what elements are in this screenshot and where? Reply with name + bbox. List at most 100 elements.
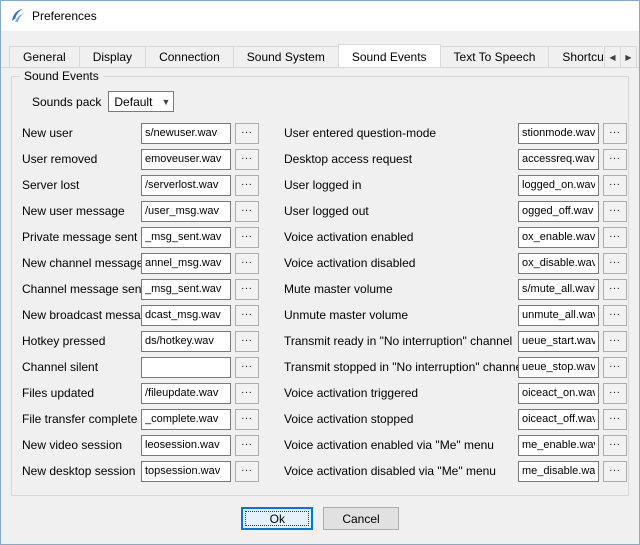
event-sound-input[interactable]	[141, 175, 231, 196]
event-label: Files updated	[22, 386, 141, 400]
event-sound-input[interactable]	[141, 435, 231, 456]
event-row: Files updated...	[22, 380, 272, 406]
event-label: Channel message sent	[22, 282, 141, 296]
event-sound-input[interactable]	[518, 305, 599, 326]
tab-text-to-speech[interactable]: Text To Speech	[440, 46, 550, 67]
event-sound-input[interactable]	[518, 435, 599, 456]
event-sound-input[interactable]	[141, 279, 231, 300]
browse-button[interactable]: ...	[235, 357, 259, 378]
event-label: Transmit ready in "No interruption" chan…	[284, 334, 518, 348]
event-sound-input[interactable]	[141, 357, 231, 378]
event-sound-input[interactable]	[518, 253, 599, 274]
event-sound-input[interactable]	[141, 201, 231, 222]
browse-button[interactable]: ...	[603, 123, 627, 144]
browse-button[interactable]: ...	[235, 227, 259, 248]
title-bar: Preferences	[1, 1, 639, 31]
browse-button[interactable]: ...	[235, 331, 259, 352]
tab-sound-system[interactable]: Sound System	[233, 46, 339, 67]
event-row: Channel message sent...	[22, 276, 272, 302]
event-row: Server lost...	[22, 172, 272, 198]
browse-button[interactable]: ...	[235, 201, 259, 222]
event-sound-input[interactable]	[518, 461, 599, 482]
browse-button[interactable]: ...	[603, 383, 627, 404]
cancel-button[interactable]: Cancel	[323, 507, 398, 530]
tab-display[interactable]: Display	[79, 46, 146, 67]
browse-button[interactable]: ...	[603, 175, 627, 196]
browse-button[interactable]: ...	[603, 227, 627, 248]
browse-button[interactable]: ...	[603, 435, 627, 456]
tab-connection[interactable]: Connection	[145, 46, 234, 67]
event-sound-input[interactable]	[518, 357, 599, 378]
event-sound-input[interactable]	[141, 123, 231, 144]
event-sound-input[interactable]	[518, 201, 599, 222]
browse-button[interactable]: ...	[603, 279, 627, 300]
event-row: Voice activation stopped...	[284, 406, 627, 432]
event-row: Transmit ready in "No interruption" chan…	[284, 328, 627, 354]
event-sound-input[interactable]	[141, 253, 231, 274]
event-sound-input[interactable]	[141, 305, 231, 326]
event-row: New desktop session...	[22, 458, 272, 484]
sounds-pack-select[interactable]: Default ▼	[108, 91, 174, 112]
events-column-left: New user...User removed...Server lost...…	[22, 120, 272, 484]
event-sound-input[interactable]	[141, 461, 231, 482]
browse-button[interactable]: ...	[603, 461, 627, 482]
event-sound-input[interactable]	[141, 149, 231, 170]
event-sound-input[interactable]	[518, 149, 599, 170]
window-title: Preferences	[32, 9, 97, 23]
event-label: User logged in	[284, 178, 518, 192]
event-row: Unmute master volume...	[284, 302, 627, 328]
event-row: New user...	[22, 120, 272, 146]
event-sound-input[interactable]	[518, 383, 599, 404]
event-label: Mute master volume	[284, 282, 518, 296]
event-row: New video session...	[22, 432, 272, 458]
event-row: Channel silent...	[22, 354, 272, 380]
sounds-pack-label: Sounds pack	[32, 95, 101, 109]
event-row: Voice activation enabled...	[284, 224, 627, 250]
tab-scroll-right-button[interactable]: ▶	[620, 46, 637, 68]
event-sound-input[interactable]	[141, 409, 231, 430]
event-row: New broadcast message...	[22, 302, 272, 328]
event-sound-input[interactable]	[141, 331, 231, 352]
tab-scroll-left-button[interactable]: ◀	[604, 46, 621, 68]
event-sound-input[interactable]	[518, 227, 599, 248]
browse-button[interactable]: ...	[603, 357, 627, 378]
event-sound-input[interactable]	[518, 331, 599, 352]
browse-button[interactable]: ...	[603, 305, 627, 326]
browse-button[interactable]: ...	[603, 253, 627, 274]
browse-button[interactable]: ...	[235, 149, 259, 170]
event-label: Voice activation disabled	[284, 256, 518, 270]
event-sound-input[interactable]	[518, 175, 599, 196]
event-sound-input[interactable]	[518, 409, 599, 430]
browse-button[interactable]: ...	[603, 149, 627, 170]
browse-button[interactable]: ...	[235, 461, 259, 482]
event-sound-input[interactable]	[518, 279, 599, 300]
browse-button[interactable]: ...	[235, 435, 259, 456]
event-label: Desktop access request	[284, 152, 518, 166]
browse-button[interactable]: ...	[235, 123, 259, 144]
browse-button[interactable]: ...	[235, 253, 259, 274]
browse-button[interactable]: ...	[235, 409, 259, 430]
tab-shortcuts[interactable]: Shortcuts	[548, 46, 603, 67]
event-sound-input[interactable]	[141, 227, 231, 248]
event-label: User logged out	[284, 204, 518, 218]
event-label: Transmit stopped in "No interruption" ch…	[284, 360, 518, 374]
event-label: Voice activation enabled	[284, 230, 518, 244]
ok-button[interactable]: Ok	[241, 507, 313, 530]
browse-button[interactable]: ...	[235, 279, 259, 300]
event-row: User removed...	[22, 146, 272, 172]
browse-button[interactable]: ...	[235, 305, 259, 326]
events-columns: New user...User removed...Server lost...…	[22, 120, 620, 484]
browse-button[interactable]: ...	[603, 409, 627, 430]
browse-button[interactable]: ...	[235, 383, 259, 404]
browse-button[interactable]: ...	[603, 331, 627, 352]
sounds-pack-value: Default	[114, 95, 152, 109]
tab-sound-events[interactable]: Sound Events	[338, 44, 441, 67]
browse-button[interactable]: ...	[603, 201, 627, 222]
event-sound-input[interactable]	[141, 383, 231, 404]
tab-general[interactable]: General	[9, 46, 80, 67]
event-row: New user message...	[22, 198, 272, 224]
event-sound-input[interactable]	[518, 123, 599, 144]
events-column-right: User entered question-mode...Desktop acc…	[272, 120, 627, 484]
browse-button[interactable]: ...	[235, 175, 259, 196]
event-label: New broadcast message	[22, 308, 141, 322]
